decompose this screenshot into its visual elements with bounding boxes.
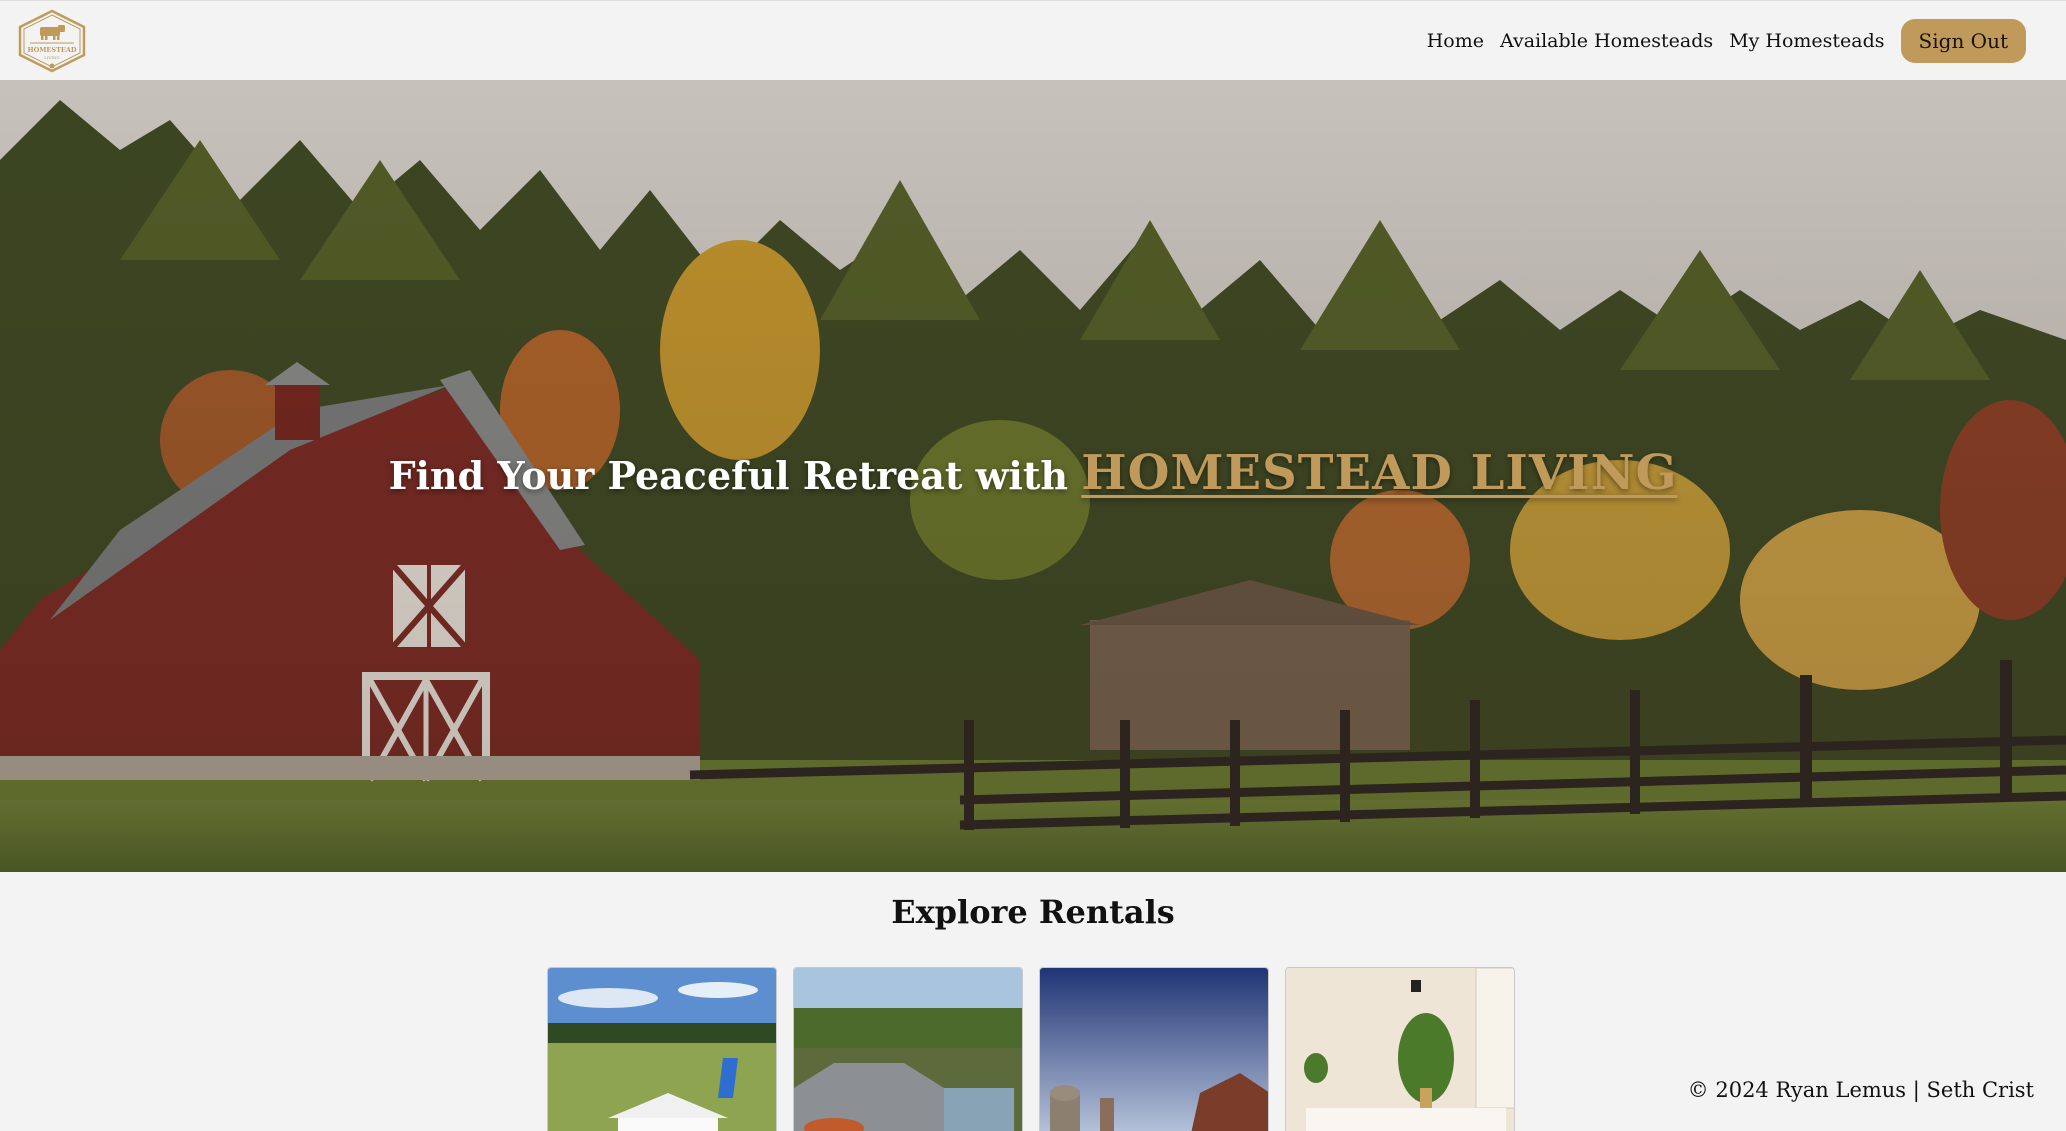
nav-my-homesteads-link[interactable]: My Homesteads bbox=[1729, 30, 1884, 52]
hero-headline-brand[interactable]: HOMESTEAD LIVING bbox=[1081, 445, 1677, 501]
top-nav: HOMESTEAD LIVING Home Available Homestea… bbox=[0, 0, 2066, 80]
homestead-logo[interactable]: HOMESTEAD LIVING bbox=[16, 9, 88, 73]
rental-image-farmland bbox=[548, 968, 776, 1131]
rental-card-interior[interactable] bbox=[1285, 967, 1515, 1131]
footer-credits: © 2024 Ryan Lemus | Seth Crist bbox=[1687, 1078, 2034, 1102]
svg-text:HOMESTEAD: HOMESTEAD bbox=[27, 46, 76, 54]
cow-icon bbox=[40, 25, 65, 40]
rental-card-mansion[interactable] bbox=[793, 967, 1023, 1131]
rental-image-silo-barn bbox=[1040, 968, 1268, 1131]
nav-available-homesteads-link[interactable]: Available Homesteads bbox=[1500, 30, 1713, 52]
explore-rentals-heading: Explore Rentals bbox=[891, 893, 1175, 931]
hero-headline: Find Your Peaceful Retreat with HOMESTEA… bbox=[0, 445, 2066, 501]
nav-links: Home Available Homesteads My Homesteads … bbox=[1427, 19, 2026, 63]
rental-card-silo-barn[interactable] bbox=[1039, 967, 1269, 1131]
rental-image-interior bbox=[1286, 968, 1514, 1131]
svg-text:LIVING: LIVING bbox=[44, 55, 59, 60]
nav-home-link[interactable]: Home bbox=[1427, 30, 1484, 52]
rental-card-farmland[interactable] bbox=[547, 967, 777, 1131]
sign-out-button[interactable]: Sign Out bbox=[1900, 19, 2026, 63]
rental-cards bbox=[547, 967, 1515, 1131]
rental-image-mansion bbox=[794, 968, 1022, 1131]
hero-headline-prefix: Find Your Peaceful Retreat with bbox=[388, 453, 1068, 498]
hero-section: Find Your Peaceful Retreat with HOMESTEA… bbox=[0, 80, 2066, 872]
